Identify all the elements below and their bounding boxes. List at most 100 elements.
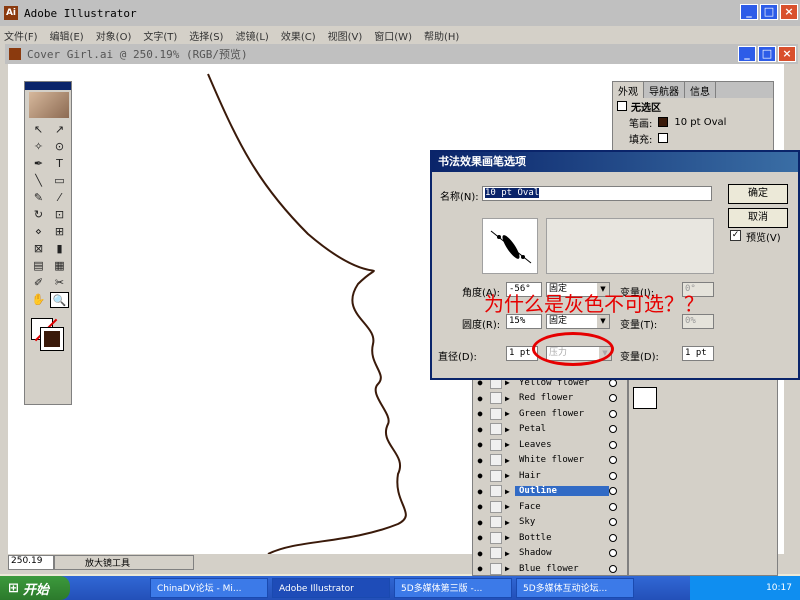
zoom-tool-icon[interactable]: 🔍 xyxy=(50,292,69,308)
fill-row[interactable]: 填充: xyxy=(613,130,773,146)
diameter-variation-input[interactable]: 1 pt xyxy=(682,346,714,361)
menu-window[interactable]: 窗口(W) xyxy=(374,28,412,43)
ok-button[interactable]: 确定 xyxy=(728,184,788,204)
visibility-eye-icon[interactable]: ● xyxy=(473,502,487,511)
rotate-tool-icon[interactable]: ↻ xyxy=(29,207,48,223)
expand-triangle-icon[interactable]: ▶ xyxy=(505,533,515,542)
visibility-eye-icon[interactable]: ● xyxy=(473,440,487,449)
white-swatch[interactable] xyxy=(633,387,657,409)
target-circle-icon[interactable] xyxy=(609,518,617,527)
expand-triangle-icon[interactable]: ▶ xyxy=(505,409,515,418)
stroke-row[interactable]: 笔画: 10 pt Oval xyxy=(613,114,773,130)
brush-shape-preview[interactable] xyxy=(482,218,538,274)
expand-triangle-icon[interactable]: ▶ xyxy=(505,502,515,511)
gradient-tool-icon[interactable]: ▦ xyxy=(50,258,69,274)
zoom-level-field[interactable]: 250.19 xyxy=(8,555,54,570)
menu-type[interactable]: 文字(T) xyxy=(143,28,177,43)
menu-object[interactable]: 对象(O) xyxy=(96,28,132,43)
layer-row[interactable]: ● ▶ Blue flower xyxy=(473,561,627,577)
paintbrush-tool-icon[interactable]: ✎ xyxy=(29,190,48,206)
menu-filter[interactable]: 滤镜(L) xyxy=(235,28,268,43)
task-chinadv[interactable]: ChinaDV论坛 - Mi... xyxy=(150,578,268,598)
target-circle-icon[interactable] xyxy=(609,456,617,465)
layer-row[interactable]: ● ▶ Face xyxy=(473,499,627,515)
layer-row[interactable]: ● ▶ Hair xyxy=(473,468,627,484)
lock-toggle[interactable] xyxy=(490,438,502,451)
mesh-tool-icon[interactable]: ▤ xyxy=(29,258,48,274)
task-5d-forum[interactable]: 5D多媒体互动论坛... xyxy=(516,578,634,598)
free-transform-tool-icon[interactable]: ⊞ xyxy=(50,224,69,240)
expand-triangle-icon[interactable]: ▶ xyxy=(505,440,515,449)
tab-navigator[interactable]: 导航器 xyxy=(644,82,685,98)
layer-row[interactable]: ● ▶ Red flower xyxy=(473,391,627,407)
target-circle-icon[interactable] xyxy=(609,425,617,434)
visibility-eye-icon[interactable]: ● xyxy=(473,564,487,573)
expand-triangle-icon[interactable]: ▶ xyxy=(505,425,515,434)
current-tool-display[interactable]: 放大镜工具 xyxy=(54,555,194,570)
menu-file[interactable]: 文件(F) xyxy=(4,28,38,43)
eyedropper-tool-icon[interactable]: ✐ xyxy=(29,275,48,291)
visibility-eye-icon[interactable]: ● xyxy=(473,518,487,527)
expand-triangle-icon[interactable]: ▶ xyxy=(505,456,515,465)
visibility-eye-icon[interactable]: ● xyxy=(473,487,487,496)
magic-wand-tool-icon[interactable]: ✧ xyxy=(29,139,48,155)
lock-toggle[interactable] xyxy=(490,547,502,560)
visibility-eye-icon[interactable]: ● xyxy=(473,394,487,403)
visibility-eye-icon[interactable]: ● xyxy=(473,456,487,465)
symbol-sprayer-tool-icon[interactable]: ⊠ xyxy=(29,241,48,257)
lock-toggle[interactable] xyxy=(490,562,502,575)
expand-triangle-icon[interactable]: ▶ xyxy=(505,394,515,403)
expand-triangle-icon[interactable]: ▶ xyxy=(505,471,515,480)
layer-row[interactable]: ● ▶ Leaves xyxy=(473,437,627,453)
target-circle-icon[interactable] xyxy=(609,564,617,573)
cancel-button[interactable]: 取消 xyxy=(728,208,788,228)
lock-toggle[interactable] xyxy=(490,423,502,436)
visibility-eye-icon[interactable]: ● xyxy=(473,549,487,558)
lock-toggle[interactable] xyxy=(490,531,502,544)
maximize-button[interactable]: □ xyxy=(760,4,778,20)
target-circle-icon[interactable] xyxy=(609,471,617,480)
minimize-button[interactable]: _ xyxy=(740,4,758,20)
visibility-eye-icon[interactable]: ● xyxy=(473,409,487,418)
task-5d-third[interactable]: 5D多媒体第三版 -... xyxy=(394,578,512,598)
direct-selection-tool-icon[interactable]: ↗ xyxy=(50,122,69,138)
layer-row[interactable]: ● ▶ Outline xyxy=(473,484,627,500)
start-button[interactable]: ⊞ 开始 xyxy=(0,576,70,600)
visibility-eye-icon[interactable]: ● xyxy=(473,425,487,434)
lock-toggle[interactable] xyxy=(490,469,502,482)
doc-maximize-button[interactable]: □ xyxy=(758,46,776,62)
lock-toggle[interactable] xyxy=(490,392,502,405)
target-circle-icon[interactable] xyxy=(609,502,617,511)
target-circle-icon[interactable] xyxy=(609,409,617,418)
target-circle-icon[interactable] xyxy=(609,487,617,496)
tab-info[interactable]: 信息 xyxy=(685,82,716,98)
warp-tool-icon[interactable]: ⋄ xyxy=(29,224,48,240)
visibility-eye-icon[interactable]: ● xyxy=(473,533,487,542)
target-circle-icon[interactable] xyxy=(609,549,617,558)
layer-row[interactable]: ● ▶ Bottle xyxy=(473,530,627,546)
lasso-tool-icon[interactable]: ⊙ xyxy=(50,139,69,155)
lock-toggle[interactable] xyxy=(490,485,502,498)
tab-appearance[interactable]: 外观 xyxy=(613,82,644,98)
layer-row[interactable]: ● ▶ Green flower xyxy=(473,406,627,422)
hand-tool-icon[interactable]: ✋ xyxy=(29,292,48,308)
close-button[interactable]: × xyxy=(780,4,798,20)
selection-tool-icon[interactable]: ↖ xyxy=(29,122,48,138)
task-illustrator[interactable]: Adobe Illustrator xyxy=(272,578,390,598)
graph-tool-icon[interactable]: ▮ xyxy=(50,241,69,257)
lock-toggle[interactable] xyxy=(490,407,502,420)
target-circle-icon[interactable] xyxy=(609,533,617,542)
expand-triangle-icon[interactable]: ▶ xyxy=(505,549,515,558)
lock-toggle[interactable] xyxy=(490,500,502,513)
fill-stroke-swatch[interactable] xyxy=(29,316,69,352)
lock-toggle[interactable] xyxy=(490,454,502,467)
menu-effect[interactable]: 效果(C) xyxy=(281,28,316,43)
name-input[interactable]: 10 pt Oval xyxy=(482,186,712,201)
pencil-tool-icon[interactable]: ⁄ xyxy=(50,190,69,206)
layer-row[interactable]: ● ▶ Petal xyxy=(473,422,627,438)
expand-triangle-icon[interactable]: ▶ xyxy=(505,564,515,573)
expand-triangle-icon[interactable]: ▶ xyxy=(505,487,515,496)
layer-row[interactable]: ● ▶ Sky xyxy=(473,515,627,531)
doc-close-button[interactable]: × xyxy=(778,46,796,62)
rectangle-tool-icon[interactable]: ▭ xyxy=(50,173,69,189)
